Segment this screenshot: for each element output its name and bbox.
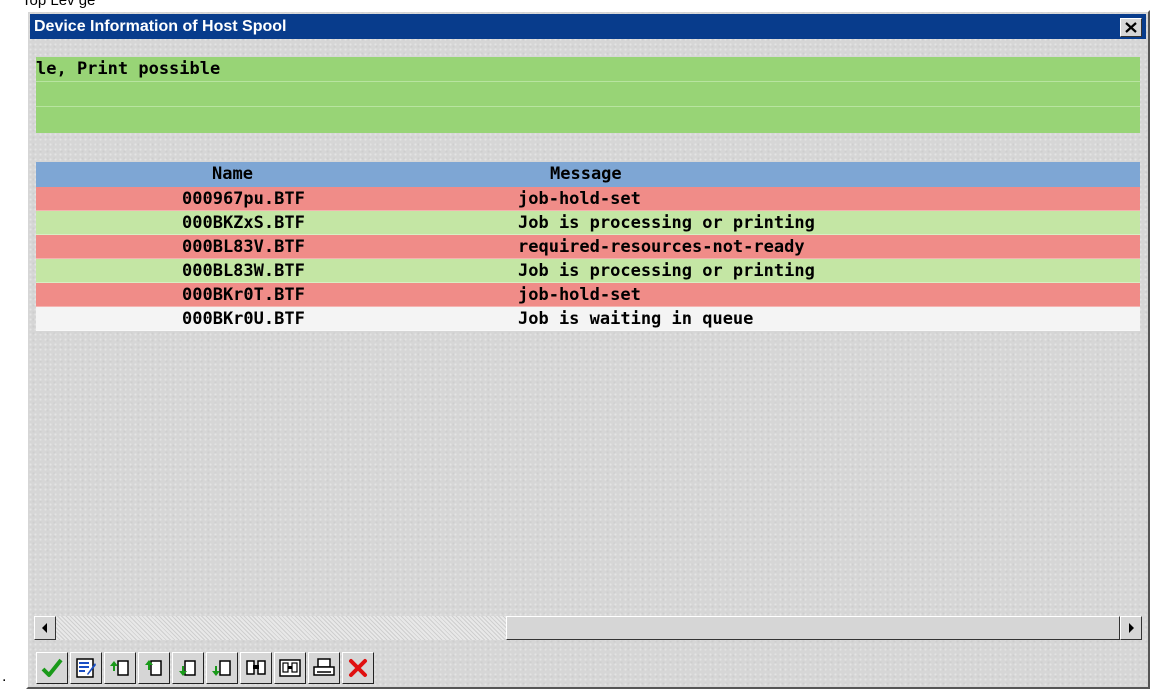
scroll-right-button[interactable] (1120, 616, 1142, 640)
cancel-icon (349, 659, 367, 677)
find-button[interactable] (240, 652, 272, 684)
cancel-button[interactable] (342, 652, 374, 684)
cell-name: 000967pu.BTF (182, 189, 305, 209)
table-header: Name Message (36, 162, 1140, 187)
arrow-left-icon (42, 623, 47, 633)
job-table: Name Message 000967pu.BTF job-hold-set 000… (36, 162, 1140, 331)
cell-message: job-hold-set (518, 189, 641, 209)
cell-name: 000BKr0T.BTF (182, 285, 305, 305)
scroll-thumb[interactable] (506, 616, 1120, 640)
table-row[interactable]: 000BKr0U.BTF Job is waiting in queue (36, 307, 1140, 331)
cell-message: Job is processing or printing (518, 213, 815, 233)
dialog-window: Device Information of Host Spool le, Pri… (26, 10, 1150, 689)
scroll-left-button[interactable] (34, 616, 56, 640)
table-row[interactable]: 000BL83W.BTF Job is processing or printin… (36, 259, 1140, 283)
cell-name: 000BL83W.BTF (182, 261, 305, 281)
table-row[interactable]: 000BKr0T.BTF job-hold-set (36, 283, 1140, 307)
edit-button[interactable] (70, 652, 102, 684)
cell-name: 000BKr0U.BTF (182, 309, 305, 329)
find-icon (246, 660, 266, 675)
column-header-message[interactable]: Message (550, 162, 622, 187)
background-window-text: Top Lev ge (22, 0, 96, 9)
last-page-icon (212, 660, 231, 676)
cell-message: job-hold-set (518, 285, 641, 305)
title-bar[interactable]: Device Information of Host Spool (30, 14, 1146, 39)
cell-message: required-resources-not-ready (518, 237, 805, 257)
table-row[interactable]: 000967pu.BTF job-hold-set (36, 187, 1140, 211)
cell-name: 000BL83V.BTF (182, 237, 305, 257)
first-page-icon (110, 660, 129, 676)
cell-name: 000BKZxS.BTF (182, 213, 305, 233)
find-next-button[interactable] (274, 652, 306, 684)
print-button[interactable] (308, 652, 340, 684)
toolbar (36, 652, 376, 686)
status-line (36, 107, 1140, 132)
table-row[interactable]: 000BKZxS.BTF Job is processing or printin… (36, 211, 1140, 235)
cell-message: Job is processing or printing (518, 261, 815, 281)
horizontal-scrollbar[interactable] (34, 616, 1142, 640)
print-icon (313, 658, 335, 676)
bullet: . (2, 668, 7, 685)
previous-page-icon (145, 660, 162, 676)
find-next-icon (279, 659, 301, 677)
close-button[interactable] (1120, 18, 1142, 37)
previous-page-button[interactable] (138, 652, 170, 684)
status-line: le, Print possible (36, 57, 1140, 82)
column-header-name[interactable]: Name (212, 162, 253, 187)
next-page-icon (179, 660, 196, 676)
table-row[interactable]: 000BL83V.BTF required-resources-not-ready (36, 235, 1140, 259)
edit-icon (76, 658, 96, 678)
next-page-button[interactable] (172, 652, 204, 684)
cell-message: Job is waiting in queue (518, 309, 754, 329)
last-page-button[interactable] (206, 652, 238, 684)
first-page-button[interactable] (104, 652, 136, 684)
close-icon (1125, 22, 1137, 33)
checkmark-icon (41, 658, 63, 677)
status-box: le, Print possible (36, 57, 1140, 133)
arrow-right-icon (1129, 623, 1134, 633)
confirm-button[interactable] (36, 652, 68, 684)
window-title: Device Information of Host Spool (34, 18, 287, 35)
status-line (36, 82, 1140, 107)
